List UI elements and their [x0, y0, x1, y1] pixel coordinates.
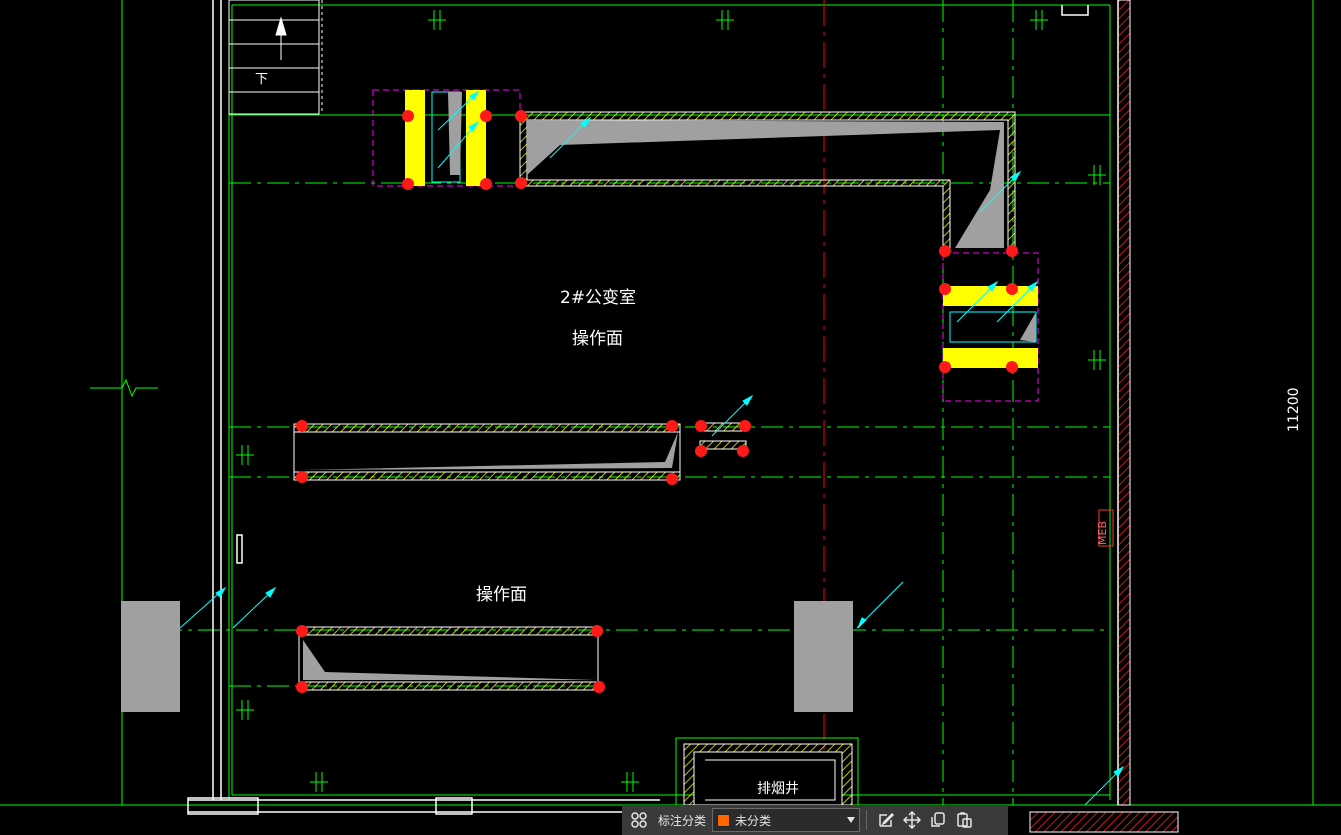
trench-middle — [293, 422, 747, 481]
annotation-toolbar: 标注分类 未分类 — [622, 805, 1008, 835]
right-wall-hatch — [1117, 0, 1131, 806]
trench-bottom — [298, 626, 599, 691]
bottom-right-hatch — [1029, 811, 1179, 833]
smoke-shaft-label: 排烟井 — [757, 781, 799, 797]
category-color-swatch — [717, 813, 731, 827]
grid-icon[interactable] — [626, 807, 652, 833]
cabinet-gray-top — [448, 92, 462, 175]
stair — [228, 0, 323, 115]
category-select-value: 未分类 — [735, 813, 772, 828]
axis-lines-red — [823, 0, 1131, 805]
column-left — [121, 601, 180, 712]
operating-face-label-top: 操作面 — [572, 329, 623, 349]
annotation-category-select[interactable]: 未分类 — [712, 808, 861, 832]
stair-direction-label: 下 — [255, 72, 269, 87]
dimension-label: 11200 — [1286, 387, 1302, 432]
leader-arrows — [179, 90, 1125, 806]
chevron-down-icon — [847, 817, 856, 823]
meb-label: MEB — [1096, 521, 1109, 545]
edit-icon[interactable] — [873, 807, 899, 833]
grip-points[interactable] — [296, 110, 1018, 693]
room-name-label: 2#公变室 — [560, 288, 637, 308]
cabinet-gray-right — [1020, 312, 1036, 342]
cad-drawing-canvas[interactable]: 下 — [0, 0, 1341, 835]
trench-top-l — [519, 111, 1016, 254]
paste-icon[interactable] — [951, 807, 977, 833]
annotation-category-label: 标注分类 — [658, 813, 707, 828]
operating-face-label-bottom: 操作面 — [476, 585, 527, 605]
toolbar-divider — [866, 810, 868, 830]
copy-icon[interactable] — [925, 807, 951, 833]
move-icon[interactable] — [899, 807, 925, 833]
column-middle — [794, 601, 853, 712]
